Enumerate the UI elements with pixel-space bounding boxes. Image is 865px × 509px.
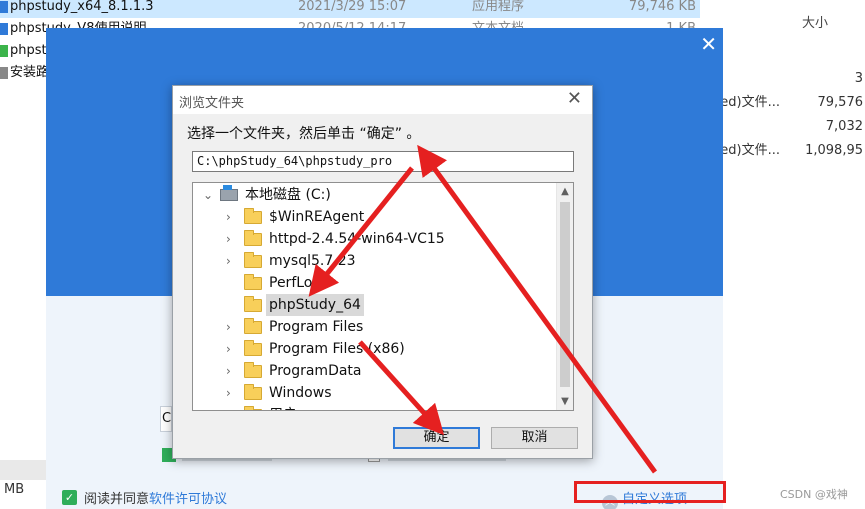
folder-icon bbox=[244, 208, 262, 224]
chevron-right-icon[interactable]: › bbox=[226, 338, 231, 360]
file-name: phpstudy_x64_8.1.1.3 bbox=[10, 0, 154, 14]
chevron-right-icon[interactable]: › bbox=[226, 250, 231, 272]
item-size: 79,576 bbox=[817, 95, 864, 110]
tree-root-drive[interactable]: ⌄ 本地磁盘 (C:) bbox=[193, 184, 555, 206]
file-name: phpst bbox=[10, 43, 47, 58]
tree-item-label: 用户 bbox=[269, 404, 297, 410]
dialog-titlebar: 浏览文件夹 ✕ bbox=[173, 86, 592, 114]
chevron-right-icon[interactable]: › bbox=[226, 404, 231, 410]
tree-item-label: mysql5.7.23 bbox=[269, 253, 356, 269]
file-icon bbox=[0, 67, 8, 79]
folder-icon bbox=[244, 274, 262, 290]
scroll-up-icon[interactable]: ▲ bbox=[557, 183, 573, 200]
tree-item-label: $WinREAgent bbox=[269, 209, 365, 225]
scroll-thumb[interactable] bbox=[560, 202, 570, 387]
status-bar-strip bbox=[0, 460, 46, 480]
tree-item[interactable]: › Program Files bbox=[193, 316, 555, 338]
chevron-right-icon[interactable]: › bbox=[226, 228, 231, 250]
agree-checkbox[interactable]: ✓ bbox=[62, 490, 77, 505]
item-size: 1,098,95 bbox=[805, 143, 863, 158]
file-size: 79,746 KB bbox=[628, 0, 696, 14]
chevron-down-icon[interactable]: ⌄ bbox=[203, 184, 213, 206]
chevron-right-icon[interactable]: › bbox=[226, 206, 231, 228]
custom-options-highlight bbox=[574, 481, 726, 503]
tree-item[interactable]: › 用户 bbox=[193, 404, 555, 410]
tree-item-label: Program Files (x86) bbox=[269, 341, 405, 357]
file-icon bbox=[0, 1, 8, 13]
tree-item-label: PerfLogs bbox=[269, 275, 329, 291]
agree-label: 阅读并同意软件许可协议 bbox=[84, 488, 227, 507]
folder-icon bbox=[244, 340, 262, 356]
folder-icon bbox=[244, 252, 262, 268]
list-item[interactable]: 7,032 bbox=[720, 116, 865, 138]
file-name: 安装路 bbox=[10, 65, 50, 80]
tree-scrollbar[interactable]: ▲ ▼ bbox=[556, 183, 573, 410]
list-item[interactable]: 3 bbox=[720, 68, 865, 90]
scroll-down-icon[interactable]: ▼ bbox=[557, 393, 573, 410]
folder-icon bbox=[244, 384, 262, 400]
folder-icon bbox=[244, 406, 262, 410]
dialog-instruction: 选择一个文件夹，然后单击 “确定” 。 bbox=[187, 126, 421, 142]
tree-item[interactable]: › ProgramData bbox=[193, 360, 555, 382]
installer-close-icon[interactable]: ✕ bbox=[700, 34, 717, 54]
drive-icon bbox=[220, 185, 238, 201]
file-icon bbox=[0, 45, 8, 57]
tree-item[interactable]: › Program Files (x86) bbox=[193, 338, 555, 360]
file-row[interactable]: phpstudy_x64_8.1.1.3 2021/3/29 15:07 应用程序 7… bbox=[0, 0, 700, 18]
watermark: CSDN @戏神 bbox=[780, 488, 848, 501]
cancel-button[interactable]: 取消 bbox=[491, 427, 578, 449]
folder-icon bbox=[244, 318, 262, 334]
file-date: 2021/3/29 15:07 bbox=[298, 0, 407, 14]
folder-icon bbox=[244, 362, 262, 378]
license-agreement-link[interactable]: 软件许可协议 bbox=[149, 492, 227, 507]
tree-item-label: phpStudy_64 bbox=[266, 294, 364, 316]
browse-folder-dialog: 浏览文件夹 ✕ 选择一个文件夹，然后单击 “确定” 。 C:\phpStudy_… bbox=[172, 85, 593, 459]
tree-item-label: Program Files bbox=[269, 319, 364, 335]
tree-item-label: ProgramData bbox=[269, 363, 362, 379]
column-header-size[interactable]: 大小 bbox=[802, 12, 828, 31]
install-path-input[interactable]: C bbox=[160, 406, 172, 432]
tree-item-label: Windows bbox=[269, 385, 332, 401]
ok-button[interactable]: 确定 bbox=[393, 427, 480, 449]
tree-item[interactable]: › mysql5.7.23 bbox=[193, 250, 555, 272]
chevron-right-icon[interactable]: › bbox=[226, 316, 231, 338]
status-unit: MB bbox=[4, 482, 25, 497]
chevron-right-icon[interactable]: › bbox=[226, 382, 231, 404]
list-item[interactable]: ped)文件... 1,098,95 bbox=[712, 140, 865, 162]
chevron-right-icon[interactable]: › bbox=[226, 360, 231, 382]
tree-item-label: 本地磁盘 (C:) bbox=[245, 187, 331, 203]
folder-icon bbox=[244, 230, 262, 246]
file-type: 应用程序 bbox=[472, 0, 525, 14]
agree-text: 阅读并同意 bbox=[84, 492, 150, 507]
file-icon bbox=[0, 23, 8, 35]
tree-item-label: httpd-2.4.54-win64-VC15 bbox=[269, 231, 445, 247]
dialog-title: 浏览文件夹 bbox=[179, 96, 245, 111]
folder-path-field[interactable]: C:\phpStudy_64\phpstudy_pro bbox=[192, 151, 574, 172]
tree-item[interactable]: › httpd-2.4.54-win64-VC15 bbox=[193, 228, 555, 250]
tree-item[interactable]: › Windows bbox=[193, 382, 555, 404]
item-size: 7,032 bbox=[825, 119, 863, 134]
folder-tree[interactable]: ⌄ 本地磁盘 (C:) › $WinREAgent › httpd-2.4.54-win6… bbox=[192, 182, 574, 411]
dialog-close-icon[interactable]: ✕ bbox=[567, 90, 582, 108]
tree-item[interactable]: phpStudy_64 bbox=[193, 294, 555, 316]
folder-icon bbox=[244, 296, 262, 312]
list-item[interactable]: ped)文件... 79,576 bbox=[712, 92, 865, 114]
explorer-second-pane: 大小 3 ped)文件... 79,576 7,032 ped)文件... 1,098,9… bbox=[712, 0, 865, 509]
item-size: 3 bbox=[854, 71, 863, 86]
tree-item[interactable]: › $WinREAgent bbox=[193, 206, 555, 228]
tree-item[interactable]: PerfLogs bbox=[193, 272, 555, 294]
